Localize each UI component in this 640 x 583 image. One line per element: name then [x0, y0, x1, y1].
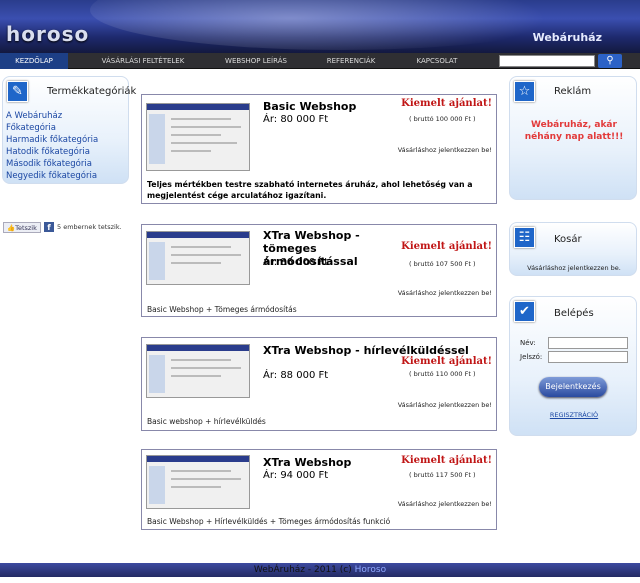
site-title: Webáruház — [532, 31, 602, 44]
category-title: Termékkategóriák — [47, 86, 137, 97]
cart-header: ☷ Kosár — [510, 223, 636, 253]
product-description: Teljes mértékben testre szabható interne… — [147, 180, 473, 200]
product-card[interactable]: XTra Webshop Ár: 94 000 Ft Kiemelt ajánl… — [141, 449, 497, 530]
ad-box: ☆ Reklám Webáruház, akár néhány nap alat… — [509, 76, 637, 200]
like-count: 5 embernek tetszik. — [57, 223, 122, 231]
cart-box: ☷ Kosár Vásárláshoz jelentkezzen be. — [509, 222, 637, 276]
cart-icon: ☷ — [514, 227, 535, 248]
featured-label: Kiemelt ajánlat! — [401, 455, 492, 466]
like-button[interactable]: 👍Tetszik — [3, 222, 41, 233]
category-link[interactable]: Második főkategória — [6, 158, 98, 170]
featured-label: Kiemelt ajánlat! — [401, 98, 492, 109]
product-description: Basic Webshop + Tömeges ármódosítás — [147, 305, 297, 314]
pencil-icon: ✎ — [7, 81, 28, 102]
login-header: ✔ Belépés — [510, 297, 636, 327]
thumbs-up-icon: 👍 — [7, 224, 16, 232]
search-button[interactable]: ⚲ — [598, 54, 622, 68]
gross-price: ( bruttó 107 500 Ft ) — [409, 260, 476, 268]
like-label: Tetszik — [15, 224, 37, 232]
nav-item-terms[interactable]: VÁSÁRLÁSI FELTÉTELEK — [92, 53, 194, 69]
nav-item-home[interactable]: KEZDŐLAP — [0, 53, 68, 69]
username-field[interactable] — [548, 337, 628, 349]
nav-item-contact[interactable]: KAPCSOLAT — [405, 53, 469, 69]
login-button[interactable]: Bejelentkezés — [539, 377, 607, 397]
login-box: ✔ Belépés Név: Jelszó: Bejelentkezés REG… — [509, 296, 637, 436]
checkmark-icon: ✔ — [514, 301, 535, 322]
category-link[interactable]: Harmadik főkategória — [6, 134, 98, 146]
login-to-buy[interactable]: Vásárláshoz jelentkezzen be! — [398, 401, 492, 409]
category-list: A Webáruház Főkategória Harmadik főkateg… — [6, 110, 98, 182]
product-name[interactable]: Basic Webshop — [263, 100, 403, 113]
gross-price: ( bruttó 100 000 Ft ) — [409, 115, 476, 123]
product-price: Ár: 94 000 Ft — [263, 470, 329, 481]
name-label: Név: — [520, 339, 536, 347]
category-box: ✎ Termékkategóriák A Webáruház Főkategór… — [2, 76, 136, 184]
product-description: Basic webshop + hírlevélküldés — [147, 417, 266, 426]
category-link[interactable]: Negyedik főkategória — [6, 170, 98, 182]
password-field[interactable] — [548, 351, 628, 363]
product-price: Ár: 80 000 Ft — [263, 114, 329, 125]
ad-text[interactable]: Webáruház, akár néhány nap alatt!!! — [516, 119, 632, 143]
password-label: Jelszó: — [520, 353, 543, 361]
gross-price: ( bruttó 117 500 Ft ) — [409, 471, 476, 479]
product-price: Ár: 86 000 Ft — [263, 257, 329, 268]
login-title: Belépés — [554, 308, 594, 319]
nav-item-references[interactable]: REFERENCIÁK — [316, 53, 386, 69]
product-thumbnail[interactable] — [146, 344, 250, 398]
category-link[interactable]: A Webáruház — [6, 110, 98, 122]
magnifier-icon: ⚲ — [606, 55, 614, 66]
category-link[interactable]: Hatodik főkategória — [6, 146, 98, 158]
search-input[interactable] — [499, 55, 595, 67]
category-header: ✎ Termékkategóriák — [3, 77, 136, 107]
footer-text: WebÁruház - 2011 (c) — [253, 565, 352, 575]
login-to-buy[interactable]: Vásárláshoz jelentkezzen be! — [398, 146, 492, 154]
cart-text: Vásárláshoz jelentkezzen be. — [527, 264, 621, 272]
nav-item-webshop[interactable]: WEBSHOP LEÍRÁS — [213, 53, 299, 69]
footer: WebÁruház - 2011 (c) Horoso — [0, 563, 640, 577]
ad-title: Reklám — [554, 86, 592, 97]
gross-price: ( bruttó 110 000 Ft ) — [409, 370, 476, 378]
product-card[interactable]: XTra Webshop - hírlevélküldéssel Ár: 88 … — [141, 337, 497, 431]
product-description: Basic Webshop + Hírlevélküldés + Tömeges… — [147, 517, 391, 526]
facebook-icon: f — [44, 222, 54, 232]
logo[interactable]: horoso — [6, 22, 89, 46]
login-to-buy[interactable]: Vásárláshoz jelentkezzen be! — [398, 500, 492, 508]
category-link[interactable]: Főkategória — [6, 122, 98, 134]
product-card[interactable]: XTra Webshop - tömeges ármódosítással Ár… — [141, 224, 497, 317]
product-thumbnail[interactable] — [146, 103, 250, 171]
product-thumbnail[interactable] — [146, 455, 250, 509]
login-to-buy[interactable]: Vásárláshoz jelentkezzen be! — [398, 289, 492, 297]
footer-brand-link[interactable]: Horoso — [355, 565, 386, 575]
product-price: Ár: 88 000 Ft — [263, 370, 329, 381]
cart-title: Kosár — [554, 234, 582, 245]
product-thumbnail[interactable] — [146, 231, 250, 285]
product-name[interactable]: XTra Webshop — [263, 456, 413, 469]
site-header: horoso Webáruház — [0, 0, 640, 53]
ad-header: ☆ Reklám — [510, 77, 636, 107]
product-card[interactable]: Basic Webshop Ár: 80 000 Ft Kiemelt aján… — [141, 94, 497, 204]
header-swoosh — [90, 0, 590, 50]
featured-label: Kiemelt ajánlat! — [401, 241, 492, 252]
featured-label: Kiemelt ajánlat! — [401, 356, 492, 367]
star-icon: ☆ — [514, 81, 535, 102]
register-link[interactable]: REGISZTRÁCIÓ — [510, 411, 638, 419]
